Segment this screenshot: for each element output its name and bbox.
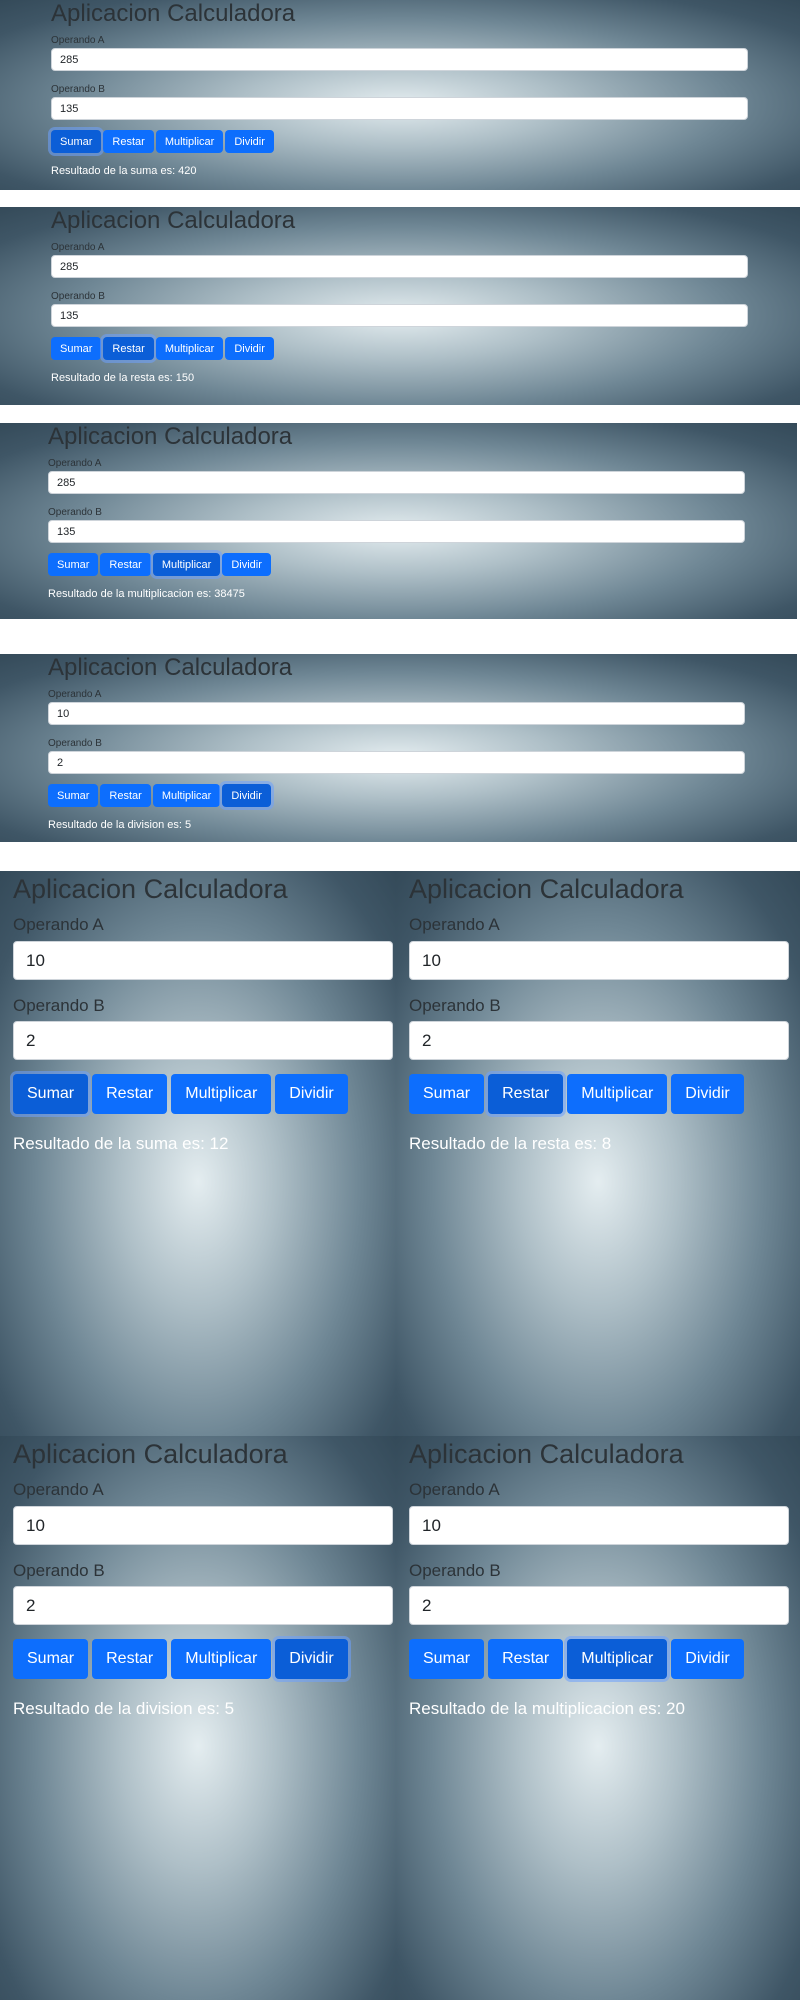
app-title: Aplicacion Calculadora bbox=[13, 1439, 288, 1469]
app-title: Aplicacion Calculadora bbox=[409, 874, 684, 904]
dividir-button[interactable]: Dividir bbox=[275, 1639, 348, 1679]
operand-b-input[interactable]: 2 bbox=[13, 1021, 393, 1060]
sumar-button[interactable]: Sumar bbox=[13, 1074, 89, 1114]
operand-a-label: Operando A bbox=[48, 458, 102, 469]
operation-buttons: Sumar Restar Multiplicar Dividir bbox=[409, 1074, 744, 1114]
operand-a-input[interactable]: 10 bbox=[13, 1506, 393, 1545]
result-text: Resultado de la suma es: 12 bbox=[13, 1134, 229, 1153]
restar-button[interactable]: Restar bbox=[103, 337, 154, 360]
operand-a-label: Operando A bbox=[13, 1480, 104, 1499]
operand-a-label: Operando A bbox=[409, 1480, 500, 1499]
calculator-screenshot-4: Aplicacion Calculadora Operando A 10 Ope… bbox=[0, 654, 797, 842]
calculator-screenshot-8: Aplicacion Calculadora Operando A 10 Ope… bbox=[396, 1436, 800, 2000]
restar-button[interactable]: Restar bbox=[103, 130, 154, 153]
calculator-screenshot-7: Aplicacion Calculadora Operando A 10 Ope… bbox=[0, 1436, 396, 2000]
operand-a-input[interactable]: 285 bbox=[51, 255, 748, 278]
operand-b-input[interactable]: 2 bbox=[409, 1586, 789, 1625]
operand-b-label: Operando B bbox=[13, 996, 105, 1015]
multiplicar-button[interactable]: Multiplicar bbox=[567, 1074, 668, 1114]
sumar-button[interactable]: Sumar bbox=[48, 553, 99, 576]
dividir-button[interactable]: Dividir bbox=[222, 553, 271, 576]
dividir-button[interactable]: Dividir bbox=[275, 1074, 348, 1114]
operation-buttons: Sumar Restar Multiplicar Dividir bbox=[48, 784, 271, 807]
operation-buttons: Sumar Restar Multiplicar Dividir bbox=[13, 1074, 348, 1114]
calculator-screenshot-5: Aplicacion Calculadora Operando A 10 Ope… bbox=[0, 871, 396, 1436]
app-title: Aplicacion Calculadora bbox=[48, 423, 293, 450]
dividir-button[interactable]: Dividir bbox=[225, 337, 274, 360]
multiplicar-button[interactable]: Multiplicar bbox=[171, 1074, 272, 1114]
operand-b-label: Operando B bbox=[48, 507, 102, 518]
restar-button[interactable]: Restar bbox=[100, 553, 151, 576]
result-text: Resultado de la multiplicacion es: 38475 bbox=[48, 588, 245, 600]
restar-button[interactable]: Restar bbox=[488, 1074, 564, 1114]
multiplicar-button[interactable]: Multiplicar bbox=[155, 130, 224, 153]
operand-b-label: Operando B bbox=[409, 996, 501, 1015]
operand-a-input[interactable]: 10 bbox=[13, 941, 393, 980]
operand-b-label: Operando B bbox=[409, 1561, 501, 1580]
operand-a-label: Operando A bbox=[51, 35, 105, 46]
operation-buttons: Sumar Restar Multiplicar Dividir bbox=[51, 130, 274, 153]
result-text: Resultado de la division es: 5 bbox=[13, 1699, 235, 1718]
dividir-button[interactable]: Dividir bbox=[225, 130, 274, 153]
restar-button[interactable]: Restar bbox=[92, 1074, 168, 1114]
multiplicar-button[interactable]: Multiplicar bbox=[171, 1639, 272, 1679]
operand-a-label: Operando A bbox=[51, 242, 105, 253]
app-title: Aplicacion Calculadora bbox=[48, 654, 293, 681]
app-title: Aplicacion Calculadora bbox=[409, 1439, 684, 1469]
restar-button[interactable]: Restar bbox=[92, 1639, 168, 1679]
multiplicar-button[interactable]: Multiplicar bbox=[567, 1639, 668, 1679]
multiplicar-button[interactable]: Multiplicar bbox=[152, 553, 221, 576]
operand-b-label: Operando B bbox=[51, 291, 105, 302]
operand-a-input[interactable]: 285 bbox=[48, 471, 745, 494]
restar-button[interactable]: Restar bbox=[488, 1639, 564, 1679]
operand-a-label: Operando A bbox=[13, 915, 104, 934]
sumar-button[interactable]: Sumar bbox=[48, 784, 99, 807]
operand-b-input[interactable]: 135 bbox=[48, 520, 745, 543]
dividir-button[interactable]: Dividir bbox=[222, 784, 271, 807]
operand-a-input[interactable]: 10 bbox=[48, 702, 745, 725]
operation-buttons: Sumar Restar Multiplicar Dividir bbox=[48, 553, 271, 576]
operand-b-input[interactable]: 135 bbox=[51, 304, 748, 327]
sumar-button[interactable]: Sumar bbox=[13, 1639, 89, 1679]
operand-b-input[interactable]: 2 bbox=[48, 751, 745, 774]
calculator-screenshot-2: Aplicacion Calculadora Operando A 285 Op… bbox=[0, 207, 800, 405]
operand-a-label: Operando A bbox=[409, 915, 500, 934]
multiplicar-button[interactable]: Multiplicar bbox=[152, 784, 221, 807]
result-text: Resultado de la multiplicacion es: 20 bbox=[409, 1699, 685, 1718]
sumar-button[interactable]: Sumar bbox=[409, 1639, 485, 1679]
app-title: Aplicacion Calculadora bbox=[51, 207, 296, 234]
calculator-screenshot-1: Aplicacion Calculadora Operando A 285 Op… bbox=[0, 0, 800, 190]
sumar-button[interactable]: Sumar bbox=[51, 337, 102, 360]
restar-button[interactable]: Restar bbox=[100, 784, 151, 807]
dividir-button[interactable]: Dividir bbox=[671, 1074, 744, 1114]
operation-buttons: Sumar Restar Multiplicar Dividir bbox=[409, 1639, 744, 1679]
operand-a-input[interactable]: 10 bbox=[409, 1506, 789, 1545]
operand-b-input[interactable]: 135 bbox=[51, 97, 748, 120]
dividir-button[interactable]: Dividir bbox=[671, 1639, 744, 1679]
app-title: Aplicacion Calculadora bbox=[51, 0, 296, 27]
sumar-button[interactable]: Sumar bbox=[409, 1074, 485, 1114]
operand-a-label: Operando A bbox=[48, 689, 102, 700]
operand-b-label: Operando B bbox=[51, 84, 105, 95]
result-text: Resultado de la resta es: 8 bbox=[409, 1134, 612, 1153]
calculator-screenshot-3: Aplicacion Calculadora Operando A 285 Op… bbox=[0, 423, 797, 619]
operand-b-input[interactable]: 2 bbox=[13, 1586, 393, 1625]
operand-a-input[interactable]: 10 bbox=[409, 941, 789, 980]
operation-buttons: Sumar Restar Multiplicar Dividir bbox=[51, 337, 274, 360]
calculator-screenshot-6: Aplicacion Calculadora Operando A 10 Ope… bbox=[396, 871, 800, 1436]
result-text: Resultado de la division es: 5 bbox=[48, 819, 192, 831]
operand-b-label: Operando B bbox=[48, 738, 102, 749]
operand-b-input[interactable]: 2 bbox=[409, 1021, 789, 1060]
operand-b-label: Operando B bbox=[13, 1561, 105, 1580]
operation-buttons: Sumar Restar Multiplicar Dividir bbox=[13, 1639, 348, 1679]
multiplicar-button[interactable]: Multiplicar bbox=[155, 337, 224, 360]
operand-a-input[interactable]: 285 bbox=[51, 48, 748, 71]
result-text: Resultado de la resta es: 150 bbox=[51, 372, 195, 384]
sumar-button[interactable]: Sumar bbox=[51, 130, 102, 153]
app-title: Aplicacion Calculadora bbox=[13, 874, 288, 904]
result-text: Resultado de la suma es: 420 bbox=[51, 165, 197, 177]
